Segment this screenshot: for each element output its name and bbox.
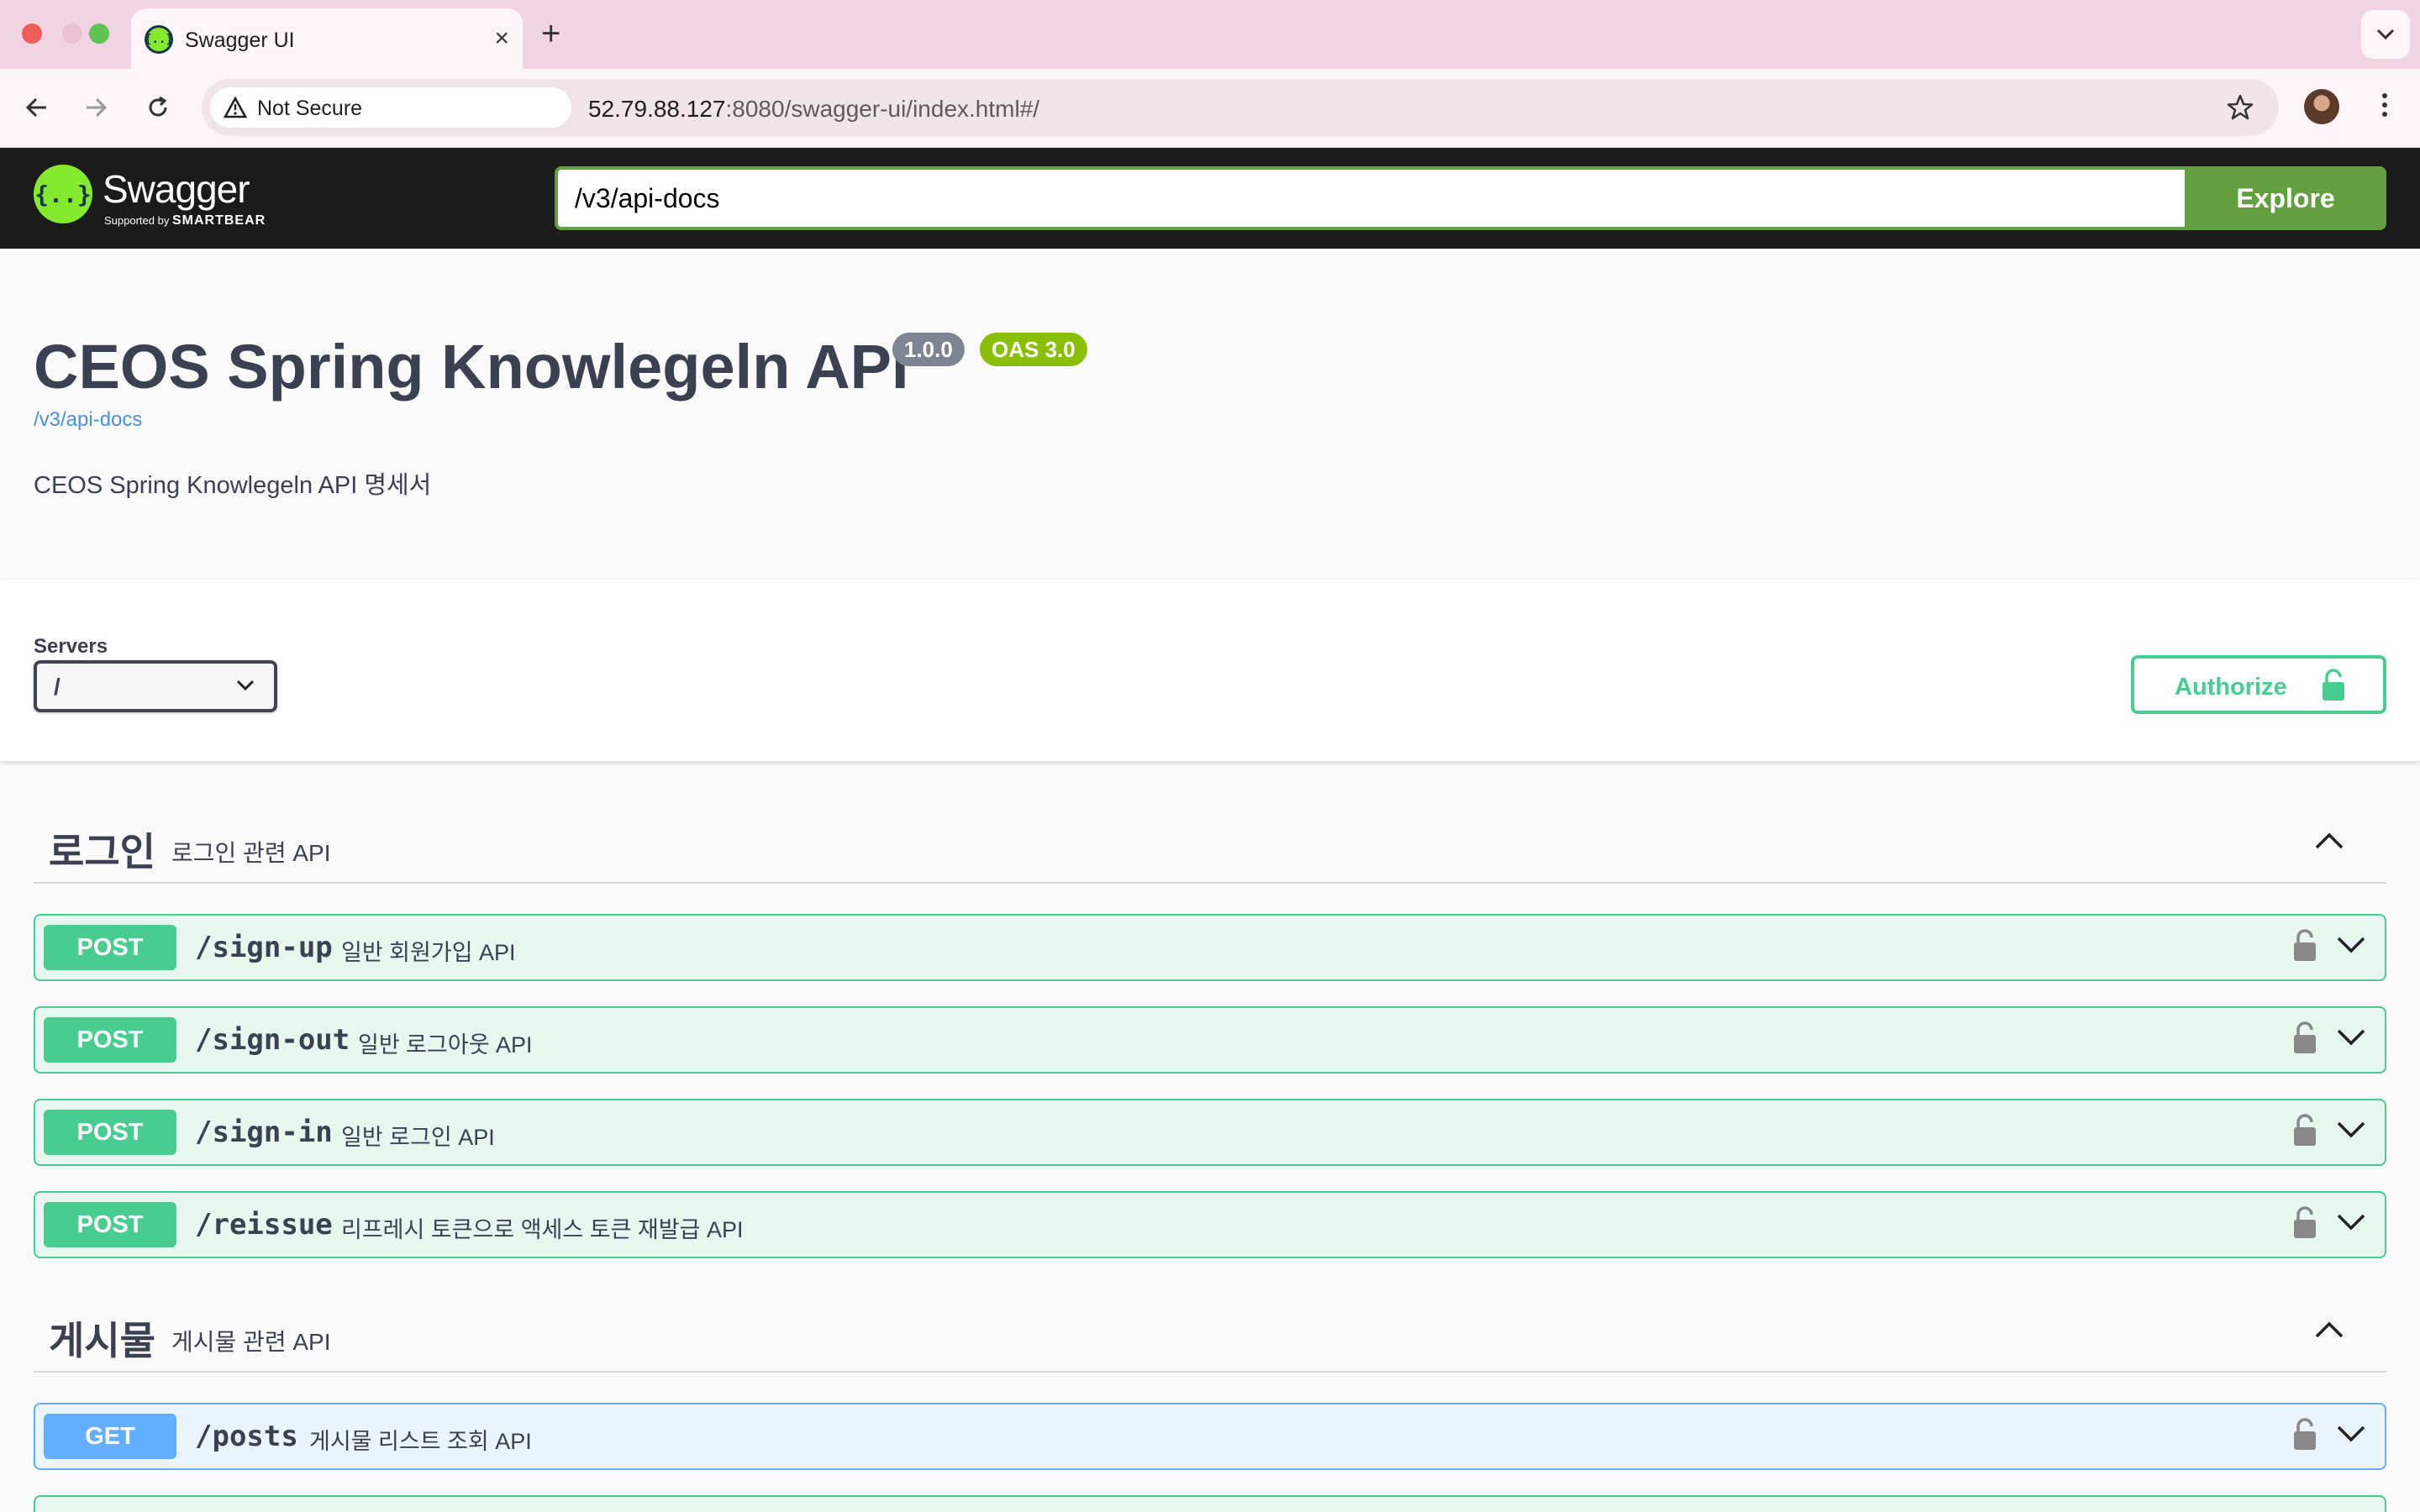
lock-icon[interactable] xyxy=(2292,1114,2317,1147)
spec-url-input[interactable] xyxy=(555,166,2186,230)
lock-icon[interactable] xyxy=(2292,1021,2317,1055)
logo-supported-by: Supported by xyxy=(104,214,170,227)
authorize-label: Authorize xyxy=(2175,674,2287,701)
chevron-down-icon[interactable] xyxy=(2336,1425,2366,1443)
version-badge: 1.0.0 xyxy=(892,333,965,366)
reload-button[interactable] xyxy=(138,87,178,128)
operation-summary: 일반 회원가입 API xyxy=(341,940,516,965)
unlocked-lock-icon xyxy=(2323,669,2344,701)
browser-toolbar: Not Secure 52.79.88.127:8080/swagger-ui/… xyxy=(0,69,2420,148)
chevron-up-icon[interactable] xyxy=(2314,1320,2344,1339)
method-badge: POST xyxy=(44,1110,176,1155)
opblock-sign-out[interactable]: POST /sign-out 일반 로그아웃 API xyxy=(34,1006,2386,1074)
api-title: CEOS Spring Knowlegeln API xyxy=(34,332,909,402)
tag-name: 게시물 xyxy=(49,1319,155,1362)
logo-tagline: Supported by SMARTBEAR xyxy=(104,213,266,228)
close-window-button[interactable] xyxy=(22,24,42,44)
opblock-sign-in[interactable]: POST /sign-in 일반 로그인 API xyxy=(34,1099,2386,1166)
operation-path: /sign-up xyxy=(195,931,333,964)
spec-link[interactable]: /v3/api-docs xyxy=(34,408,142,432)
opblock-posts[interactable]: GET /posts 게시물 리스트 조회 API xyxy=(34,1403,2386,1470)
swagger-favicon-icon: {..} xyxy=(145,25,173,54)
tag-header-posts[interactable]: 게시물 게시물 관련 API xyxy=(34,1295,2386,1373)
operation-path: /posts xyxy=(195,1420,298,1453)
lock-icon[interactable] xyxy=(2292,1206,2317,1240)
operation-summary: 일반 로그인 API xyxy=(341,1125,495,1150)
swagger-logo-icon: {..} xyxy=(34,165,92,223)
reload-icon xyxy=(149,96,167,117)
tab-title: Swagger UI xyxy=(185,29,295,52)
bookmark-star-icon[interactable] xyxy=(2225,92,2255,123)
tag-name: 로그인 xyxy=(49,830,155,874)
tag-header-login[interactable]: 로그인 로그인 관련 API xyxy=(34,806,2386,884)
chevron-down-icon[interactable] xyxy=(2336,1028,2366,1047)
operation-summary: 게시물 리스트 조회 API xyxy=(309,1429,532,1454)
servers-selected-value: / xyxy=(54,674,60,700)
url-text: 52.79.88.127:8080/swagger-ui/index.html#… xyxy=(588,96,1039,123)
security-chip-label: Not Secure xyxy=(257,97,363,120)
operation-path: /reissue xyxy=(195,1208,333,1242)
zoom-window-button[interactable] xyxy=(89,24,109,44)
security-chip[interactable]: Not Secure xyxy=(210,87,571,128)
chevron-down-icon[interactable] xyxy=(2336,1121,2366,1139)
operation-path: /sign-out xyxy=(195,1023,350,1057)
explore-button[interactable]: Explore xyxy=(2185,166,2386,230)
lock-icon[interactable] xyxy=(2292,1418,2317,1452)
chevron-down-icon[interactable] xyxy=(2336,1213,2366,1231)
arrow-left-icon xyxy=(25,97,46,118)
servers-select[interactable]: / xyxy=(34,660,277,712)
method-badge: POST xyxy=(44,1017,176,1063)
operation-path: /sign-in xyxy=(195,1116,333,1149)
opblock-sign-up[interactable]: POST /sign-up 일반 회원가입 API xyxy=(34,914,2386,981)
swagger-topbar: {..} Swagger Supported by SMARTBEAR Expl… xyxy=(0,148,2420,249)
chevron-up-icon[interactable] xyxy=(2314,832,2344,850)
tab-search-button[interactable] xyxy=(2361,10,2410,59)
method-badge: GET xyxy=(44,1414,176,1459)
warning-icon xyxy=(224,97,247,118)
swagger-logo[interactable]: {..} Swagger Supported by SMARTBEAR xyxy=(34,163,286,235)
servers-label: Servers xyxy=(34,635,108,658)
arrow-right-icon xyxy=(87,97,108,118)
url-path: :8080/swagger-ui/index.html#/ xyxy=(725,96,1040,122)
chevron-down-icon[interactable] xyxy=(2336,936,2366,954)
tag-description: 로그인 관련 API xyxy=(171,840,331,866)
back-button[interactable] xyxy=(17,87,57,128)
operation-summary: 일반 로그아웃 API xyxy=(358,1032,533,1058)
api-info: CEOS Spring Knowlegeln API 1.0.0 OAS 3.0… xyxy=(0,249,2420,580)
logo-wordmark: Swagger xyxy=(103,167,250,211)
address-bar[interactable]: Not Secure 52.79.88.127:8080/swagger-ui/… xyxy=(202,79,2279,136)
lock-icon[interactable] xyxy=(2292,929,2317,963)
new-tab-button[interactable]: + xyxy=(541,15,560,52)
profile-avatar[interactable] xyxy=(2304,89,2339,124)
chevron-down-icon xyxy=(236,680,255,691)
chevron-down-icon xyxy=(2376,29,2395,40)
browser-tab-active[interactable]: {..} Swagger UI × xyxy=(131,8,523,69)
opblock-partial[interactable] xyxy=(34,1495,2386,1512)
browser-tab-strip: {..} Swagger UI × + xyxy=(0,0,2420,69)
method-badge: POST xyxy=(44,1202,176,1247)
opblock-reissue[interactable]: POST /reissue 리프레시 토큰으로 액세스 토큰 재발급 API xyxy=(34,1191,2386,1258)
url-host: 52.79.88.127 xyxy=(588,96,726,122)
operation-summary: 리프레시 토큰으로 액세스 토큰 재발급 API xyxy=(341,1217,744,1242)
forward-button[interactable] xyxy=(76,87,116,128)
method-badge: POST xyxy=(44,925,176,970)
minimize-window-button[interactable] xyxy=(62,24,82,44)
logo-brand: SMARTBEAR xyxy=(171,213,266,228)
browser-menu-button[interactable] xyxy=(2371,89,2398,126)
authorize-button[interactable]: Authorize xyxy=(2131,655,2386,714)
scheme-container: Servers / Authorize xyxy=(0,580,2420,761)
oas-badge: OAS 3.0 xyxy=(980,333,1087,366)
tag-description: 게시물 관련 API xyxy=(171,1329,331,1355)
tab-close-icon[interactable]: × xyxy=(494,24,509,54)
api-description: CEOS Spring Knowlegeln API 명세서 xyxy=(34,472,432,499)
